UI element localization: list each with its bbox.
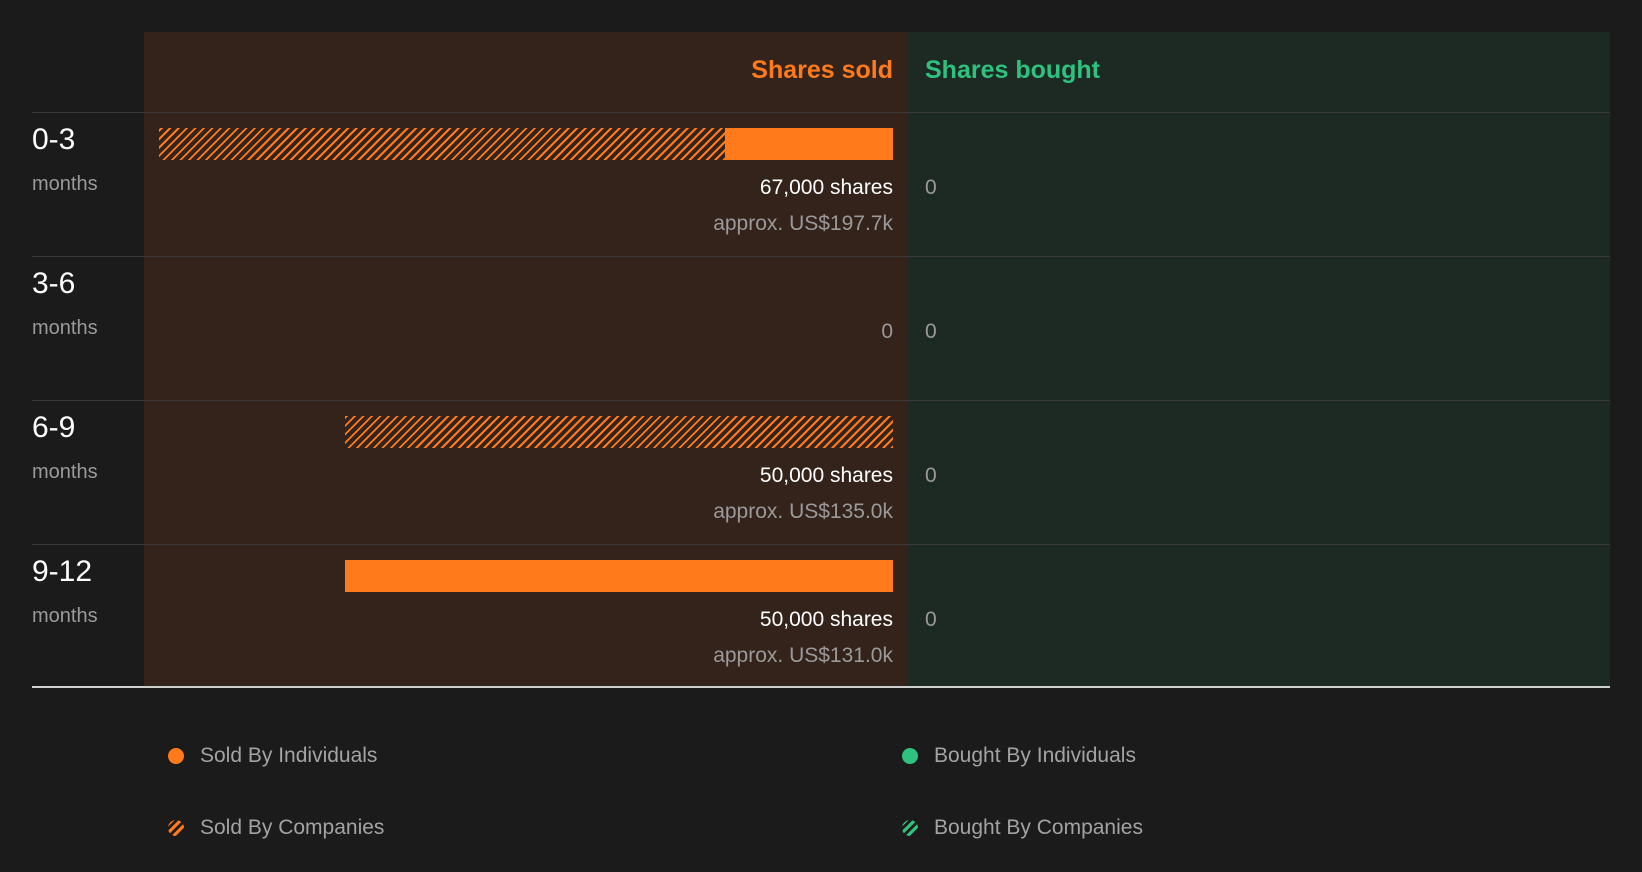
bar-sold-companies (345, 416, 893, 448)
legend-swatch (168, 820, 184, 836)
period-label: 9-12 (32, 555, 93, 588)
legend-item: Sold By Individuals (168, 742, 377, 770)
shares-sold-approx-value: approx. US$135.0k (713, 500, 893, 523)
legend-swatch (168, 748, 184, 764)
shares-bought-header: Shares bought (925, 56, 1101, 84)
shares-bought-value: 0 (925, 320, 937, 343)
bar-sold-companies (159, 128, 726, 160)
period-label: 6-9 (32, 411, 76, 444)
period-unit: months (32, 317, 98, 339)
chart-baseline (32, 686, 1610, 688)
bar-sold-individuals (345, 560, 893, 592)
insider-trading-chart: Shares sold Shares bought 0-3 months 67,00… (0, 0, 1642, 872)
period-unit: months (32, 173, 98, 195)
shares-bought-value: 0 (925, 608, 937, 631)
shares-sold-zero: 0 (881, 320, 893, 343)
bar-sold-individuals (725, 128, 893, 160)
legend-item: Bought By Companies (902, 814, 1143, 842)
shares-sold-approx-value: approx. US$131.0k (713, 644, 893, 667)
legend-item: Bought By Individuals (902, 742, 1136, 770)
period-label: 0-3 (32, 123, 76, 156)
shares-sold-value: 50,000 shares (759, 464, 893, 487)
period-unit: months (32, 461, 98, 483)
legend-label: Bought By Companies (934, 816, 1143, 839)
row-separator (32, 400, 1610, 401)
row-separator (32, 544, 1610, 545)
shares-sold-approx-value: approx. US$197.7k (713, 212, 893, 235)
period-unit: months (32, 605, 98, 627)
shares-bought-value: 0 (925, 464, 937, 487)
legend-swatch (902, 820, 918, 836)
legend-label: Sold By Companies (200, 816, 385, 839)
shares-sold-value: 67,000 shares (759, 176, 893, 199)
legend-item: Sold By Companies (168, 814, 384, 842)
legend-swatch (902, 748, 918, 764)
row-separator (32, 256, 1610, 257)
legend-label: Sold By Individuals (200, 744, 378, 767)
legend-label: Bought By Individuals (934, 744, 1136, 767)
shares-sold-value: 50,000 shares (759, 608, 893, 631)
period-label: 3-6 (32, 267, 76, 300)
row-separator (32, 112, 1610, 113)
shares-bought-value: 0 (925, 176, 937, 199)
shares-sold-header: Shares sold (751, 56, 893, 84)
shares-bought-panel (908, 32, 1610, 687)
